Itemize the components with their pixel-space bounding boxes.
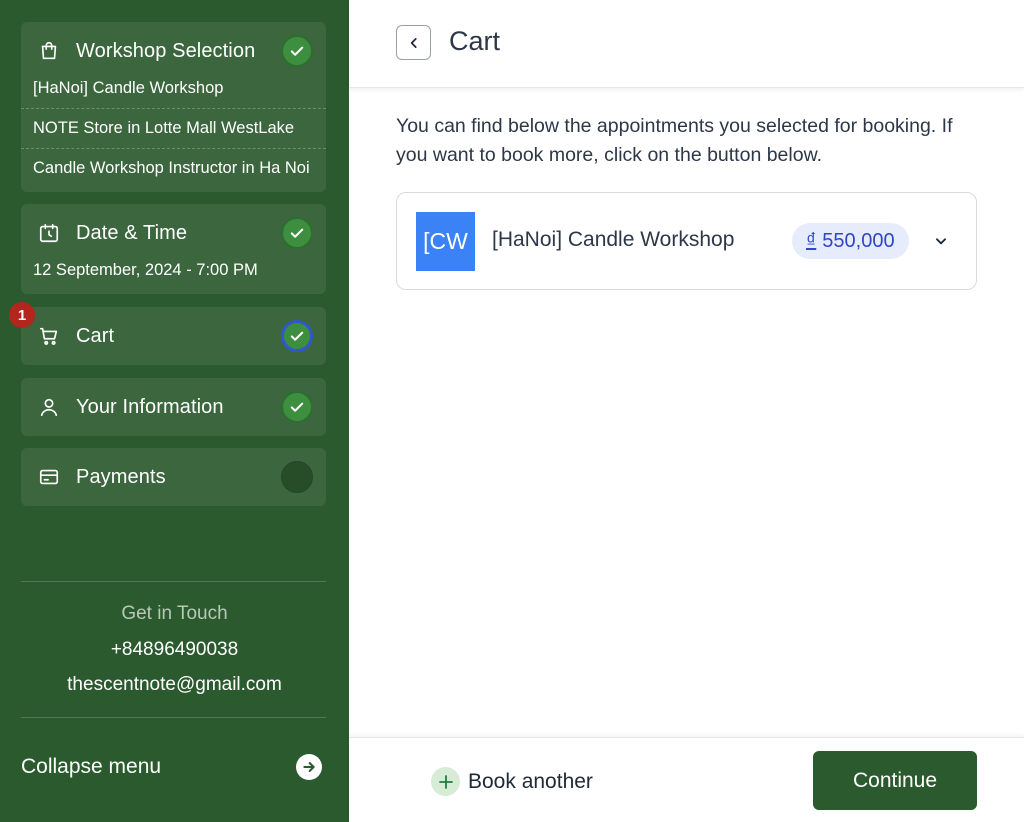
workshop-thumbnail: [CW — [416, 212, 475, 271]
book-another-button[interactable]: Book another — [431, 767, 593, 796]
contact-email-wrap: thescentnote@gmail.com — [0, 674, 349, 696]
currency-symbol: ₫ — [806, 229, 817, 252]
plus-icon — [431, 767, 460, 796]
divider — [21, 581, 326, 582]
shopping-bag-icon — [37, 39, 61, 63]
step-payments[interactable]: Payments — [21, 448, 326, 506]
pending-circle-icon — [281, 461, 313, 493]
book-another-label: Book another — [468, 769, 593, 793]
step-date-time[interactable]: Date & Time 12 September, 2024 - 7:00 PM — [21, 204, 326, 294]
price-badge: ₫ 550,000 — [792, 223, 909, 259]
step-label: Workshop Selection — [76, 39, 256, 62]
contact-info: Get in Touch — [0, 603, 349, 625]
back-button[interactable] — [396, 25, 431, 60]
collapse-menu-label: Collapse menu — [21, 755, 162, 778]
calendar-clock-icon — [37, 221, 61, 245]
continue-button[interactable]: Continue — [813, 751, 977, 810]
contact-email[interactable]: thescentnote@gmail.com — [0, 674, 349, 696]
intro-text: You can find below the appointments you … — [396, 115, 953, 166]
check-icon — [281, 320, 313, 352]
cart-item[interactable]: [CW [HaNoi] Candle Workshop ₫ 550,000 — [396, 192, 977, 290]
cart-count-badge: 1 — [9, 302, 35, 328]
step-label: Cart — [76, 324, 115, 347]
contact-title: Get in Touch — [121, 603, 228, 624]
header: Cart — [349, 0, 1024, 88]
divider — [21, 717, 326, 718]
selected-instructor: Candle Workshop Instructor in Ha Noi — [21, 148, 326, 188]
price-value: 550,000 — [822, 229, 895, 252]
step-workshop-selection[interactable]: Workshop Selection [HaNoi] Candle Worksh… — [21, 22, 326, 192]
credit-card-icon — [37, 465, 61, 489]
user-icon — [37, 395, 61, 419]
collapse-menu-button[interactable]: Collapse menu — [21, 745, 326, 789]
step-label: Date & Time — [76, 221, 188, 244]
selected-location: NOTE Store in Lotte Mall WestLake — [21, 108, 326, 148]
arrow-right-icon — [296, 754, 322, 780]
step-label: Your Information — [76, 395, 224, 418]
contact-phone[interactable]: +84896490038 — [0, 639, 349, 661]
cart-icon — [37, 324, 61, 348]
check-icon — [281, 35, 313, 67]
cart-item-name: [HaNoi] Candle Workshop — [492, 228, 735, 251]
page-title: Cart — [449, 26, 501, 56]
sidebar: Workshop Selection [HaNoi] Candle Worksh… — [0, 0, 349, 822]
step-cart[interactable]: Cart — [21, 307, 326, 365]
chevron-down-icon[interactable] — [930, 230, 952, 252]
footer-bar: Book another Continue — [349, 737, 1024, 822]
contact-phone-wrap: +84896490038 — [0, 639, 349, 661]
check-icon — [281, 217, 313, 249]
step-your-information[interactable]: Your Information — [21, 378, 326, 436]
step-label: Payments — [76, 465, 166, 488]
main-panel: Cart You can find below the appointments… — [349, 0, 1024, 822]
chevron-left-icon — [410, 37, 417, 48]
check-icon — [281, 391, 313, 423]
